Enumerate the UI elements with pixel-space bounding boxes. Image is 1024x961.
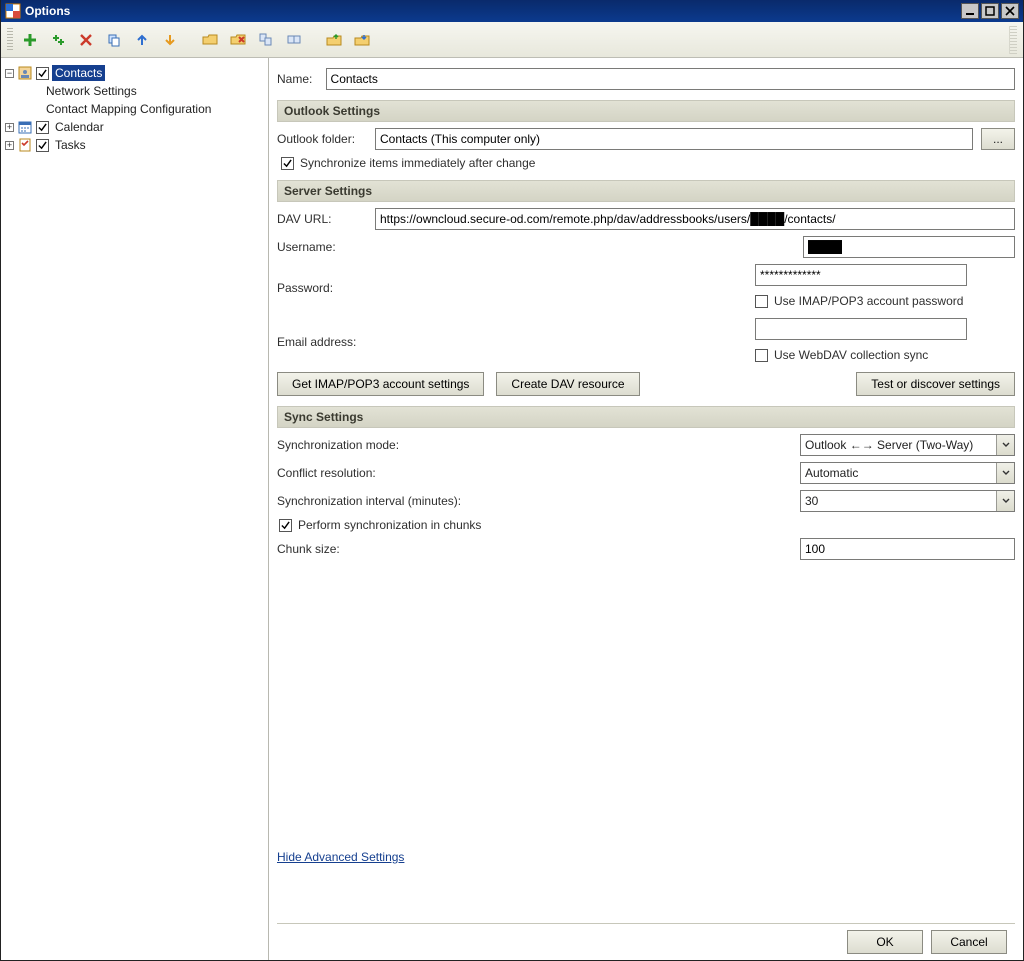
cancel-button[interactable]: Cancel xyxy=(931,930,1007,954)
tree-checkbox[interactable] xyxy=(36,121,49,134)
settings-panel: Name: Outlook Settings Outlook folder: .… xyxy=(269,58,1023,960)
email-label: Email address: xyxy=(277,335,375,349)
tree-node-label[interactable]: Tasks xyxy=(52,137,89,153)
delete-icon[interactable] xyxy=(75,29,97,51)
username-label: Username: xyxy=(277,240,375,254)
outlook-folder-input[interactable] xyxy=(375,128,973,150)
use-imap-password-label: Use IMAP/POP3 account password xyxy=(774,294,963,308)
window-buttons xyxy=(961,3,1019,19)
chunk-size-input[interactable] xyxy=(800,538,1015,560)
name-label: Name: xyxy=(277,72,326,86)
tasks-icon xyxy=(17,137,33,153)
get-imap-settings-button[interactable]: Get IMAP/POP3 account settings xyxy=(277,372,484,396)
tree-node-label[interactable]: Network Settings xyxy=(43,83,140,99)
section-header-sync: Sync Settings xyxy=(277,406,1015,428)
perform-chunks-checkbox[interactable] xyxy=(279,519,292,532)
perform-chunks-label: Perform synchronization in chunks xyxy=(298,518,481,532)
expand-all-icon[interactable] xyxy=(283,29,305,51)
minimize-button[interactable] xyxy=(961,3,979,19)
tree-node-tasks[interactable]: + Tasks xyxy=(5,136,264,154)
export-icon[interactable] xyxy=(323,29,345,51)
options-window: Options − Contac xyxy=(0,0,1024,961)
app-icon xyxy=(5,3,21,19)
tree-node-calendar[interactable]: + Calendar xyxy=(5,118,264,136)
name-input[interactable] xyxy=(326,68,1015,90)
browse-folder-button[interactable]: ... xyxy=(981,128,1015,150)
expander-icon[interactable]: + xyxy=(5,141,14,150)
move-up-icon[interactable] xyxy=(131,29,153,51)
add-icon[interactable] xyxy=(19,29,41,51)
window-title: Options xyxy=(25,4,70,18)
username-input[interactable] xyxy=(803,236,1015,258)
chevron-down-icon xyxy=(996,463,1014,483)
expander-icon[interactable]: + xyxy=(5,123,14,132)
expander-icon[interactable]: − xyxy=(5,69,14,78)
test-discover-button[interactable]: Test or discover settings xyxy=(856,372,1015,396)
use-imap-password-checkbox[interactable] xyxy=(755,295,768,308)
sync-mode-label: Synchronization mode: xyxy=(277,438,497,452)
collapse-all-icon[interactable] xyxy=(255,29,277,51)
interval-label: Synchronization interval (minutes): xyxy=(277,494,497,508)
remove-folder-icon[interactable] xyxy=(227,29,249,51)
ok-button[interactable]: OK xyxy=(847,930,923,954)
tree-node-label[interactable]: Calendar xyxy=(52,119,107,135)
calendar-icon xyxy=(17,119,33,135)
interval-select[interactable]: 30 xyxy=(800,490,1015,512)
titlebar: Options xyxy=(1,0,1023,22)
toolbar-overflow-grip[interactable] xyxy=(1009,26,1017,54)
use-webdav-sync-label: Use WebDAV collection sync xyxy=(774,348,928,362)
copy-icon[interactable] xyxy=(103,29,125,51)
password-input[interactable] xyxy=(755,264,967,286)
interval-value: 30 xyxy=(805,494,818,508)
close-button[interactable] xyxy=(1001,3,1019,19)
toolbar xyxy=(1,22,1023,58)
sync-immediately-checkbox[interactable] xyxy=(281,157,294,170)
tree-node-label[interactable]: Contact Mapping Configuration xyxy=(43,101,214,117)
chevron-down-icon xyxy=(996,435,1014,455)
tree-node-label[interactable]: Contacts xyxy=(52,65,105,81)
conflict-label: Conflict resolution: xyxy=(277,466,497,480)
contacts-icon xyxy=(17,65,33,81)
ellipsis-icon: ... xyxy=(993,132,1003,146)
sync-immediately-label: Synchronize items immediately after chan… xyxy=(300,156,535,170)
dav-url-input[interactable] xyxy=(375,208,1015,230)
section-header-server: Server Settings xyxy=(277,180,1015,202)
password-label: Password: xyxy=(277,281,375,295)
import-icon[interactable] xyxy=(351,29,373,51)
profile-tree[interactable]: − Contacts Network Settings Contact Mapp… xyxy=(1,58,269,960)
conflict-value: Automatic xyxy=(805,466,858,480)
toolbar-grip xyxy=(7,28,13,52)
section-header-outlook: Outlook Settings xyxy=(277,100,1015,122)
tree-checkbox[interactable] xyxy=(36,67,49,80)
add-multiple-icon[interactable] xyxy=(47,29,69,51)
sync-mode-select[interactable]: Outlook ←→ Server (Two-Way) xyxy=(800,434,1015,456)
outlook-folder-label: Outlook folder: xyxy=(277,132,375,146)
move-down-icon[interactable] xyxy=(159,29,181,51)
email-input[interactable] xyxy=(755,318,967,340)
chunk-size-label: Chunk size: xyxy=(277,542,497,556)
use-webdav-sync-checkbox[interactable] xyxy=(755,349,768,362)
hide-advanced-link[interactable]: Hide Advanced Settings xyxy=(277,850,404,864)
dialog-footer: OK Cancel xyxy=(277,923,1015,960)
maximize-button[interactable] xyxy=(981,3,999,19)
tree-checkbox[interactable] xyxy=(36,139,49,152)
sync-mode-value: Outlook ←→ Server (Two-Way) xyxy=(805,438,973,452)
tree-node-contact-mapping[interactable]: Contact Mapping Configuration xyxy=(5,100,264,118)
chevron-down-icon xyxy=(996,491,1014,511)
tree-node-contacts[interactable]: − Contacts xyxy=(5,64,264,82)
conflict-select[interactable]: Automatic xyxy=(800,462,1015,484)
tree-node-network-settings[interactable]: Network Settings xyxy=(5,82,264,100)
dav-url-label: DAV URL: xyxy=(277,212,375,226)
open-folder-icon[interactable] xyxy=(199,29,221,51)
create-dav-resource-button[interactable]: Create DAV resource xyxy=(496,372,639,396)
